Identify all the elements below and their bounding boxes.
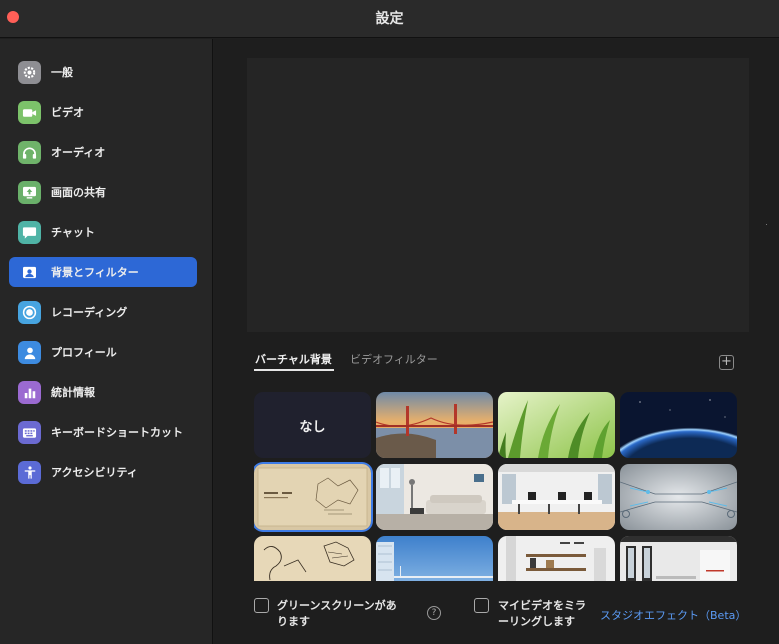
sidebar-item-label: 画面の共有 [51, 186, 106, 199]
sidebar-item-label: チャット [51, 226, 95, 239]
living-room-image [376, 464, 493, 530]
gear-icon [18, 61, 41, 84]
sidebar-item-chat[interactable]: チャット [9, 217, 197, 247]
sidebar-item-label: 一般 [51, 66, 73, 79]
green-screen-checkbox[interactable] [254, 598, 269, 613]
sidebar-item-label: ビデオ [51, 106, 84, 119]
background-thumb-earth[interactable] [620, 392, 737, 458]
sidebar-item-label: プロフィール [51, 346, 117, 359]
background-thumb-modern-office[interactable] [620, 536, 737, 581]
video-camera-icon [18, 101, 41, 124]
green-screen-label-line1: グリーンスクリーンがあ [277, 599, 397, 612]
video-preview [247, 58, 767, 332]
sketch-drawing-image [254, 536, 371, 581]
golden-gate-image [376, 392, 493, 458]
background-thumb-grass[interactable] [498, 392, 615, 458]
background-thumb-sketch-drawing[interactable] [254, 536, 371, 581]
sidebar-item-keyboard-shortcuts[interactable]: キーボードショートカット [9, 417, 197, 447]
sidebar-item-profile[interactable]: プロフィール [9, 337, 197, 367]
grass-image [498, 392, 615, 458]
profile-icon [18, 341, 41, 364]
background-grid: なし [254, 392, 739, 581]
share-screen-icon [18, 181, 41, 204]
background-thumb-living-room[interactable] [376, 464, 493, 530]
sidebar-item-general[interactable]: 一般 [9, 57, 197, 87]
sidebar-item-label: レコーディング [51, 306, 128, 319]
background-filter-panel: バーチャル背景 ビデオフィルター + なし グリーンスクリーンがあ ります ? … [214, 39, 779, 644]
statistics-icon [18, 381, 41, 404]
title-bar: 設定 [0, 0, 779, 38]
background-thumb-shelves[interactable] [498, 536, 615, 581]
record-icon [18, 301, 41, 324]
background-portrait-icon [18, 261, 41, 284]
chat-bubble-icon [18, 221, 41, 244]
window-title: 設定 [375, 11, 404, 27]
sidebar-item-accessibility[interactable]: アクセシビリティ [9, 457, 197, 487]
tab-virtual-background[interactable]: バーチャル背景 [255, 351, 332, 367]
mirror-video-label-line1: マイビデオをミラ [498, 599, 586, 612]
earth-from-space-image [620, 392, 737, 458]
keyboard-icon [18, 421, 41, 444]
sidebar-item-background-filters[interactable]: 背景とフィルター [9, 257, 197, 287]
mirror-video-label: マイビデオをミラ ーリングします [498, 598, 586, 630]
mirror-video-checkbox[interactable] [474, 598, 489, 613]
active-tab-indicator [254, 369, 334, 371]
preview-artifact [766, 224, 767, 225]
none-label: なし [299, 420, 326, 435]
modern-office-image [620, 536, 737, 581]
sidebar-item-label: 背景とフィルター [51, 266, 139, 279]
office-image [498, 464, 615, 530]
glass-building-image [376, 536, 493, 581]
green-screen-label-line2: ります [277, 615, 310, 628]
sidebar-item-audio[interactable]: オーディオ [9, 137, 197, 167]
background-thumb-sketch-beige[interactable] [254, 464, 371, 530]
sidebar-item-label: オーディオ [51, 146, 106, 159]
sidebar-item-label: キーボードショートカット [51, 426, 183, 439]
studio-effects-link[interactable]: スタジオエフェクト（Beta） [600, 607, 746, 623]
background-thumb-none[interactable]: なし [254, 392, 371, 458]
sidebar-item-video[interactable]: ビデオ [9, 97, 197, 127]
sidebar-item-recording[interactable]: レコーディング [9, 297, 197, 327]
sidebar-item-label: アクセシビリティ [51, 466, 138, 479]
sidebar-item-statistics[interactable]: 統計情報 [9, 377, 197, 407]
background-thumb-golden-gate[interactable] [376, 392, 493, 458]
tab-video-filter[interactable]: ビデオフィルター [350, 351, 438, 367]
background-thumb-glass-building[interactable] [376, 536, 493, 581]
settings-sidebar: 一般 ビデオ オーディオ 画面の共有 チャット 背景とフィルター レコーディング… [0, 39, 213, 644]
digital-network-image [620, 464, 737, 530]
help-icon[interactable]: ? [427, 606, 441, 620]
background-thumb-office[interactable] [498, 464, 615, 530]
green-screen-label: グリーンスクリーンがあ ります [277, 598, 397, 630]
headphones-icon [18, 141, 41, 164]
sidebar-item-label: 統計情報 [51, 386, 95, 399]
sketch-beige-image [254, 464, 371, 530]
add-background-button[interactable]: + [719, 355, 734, 370]
accessibility-icon [18, 461, 41, 484]
shelves-interior-image [498, 536, 615, 581]
mirror-video-label-line2: ーリングします [498, 615, 575, 628]
sidebar-item-share-screen[interactable]: 画面の共有 [9, 177, 197, 207]
background-thumb-digital-network[interactable] [620, 464, 737, 530]
